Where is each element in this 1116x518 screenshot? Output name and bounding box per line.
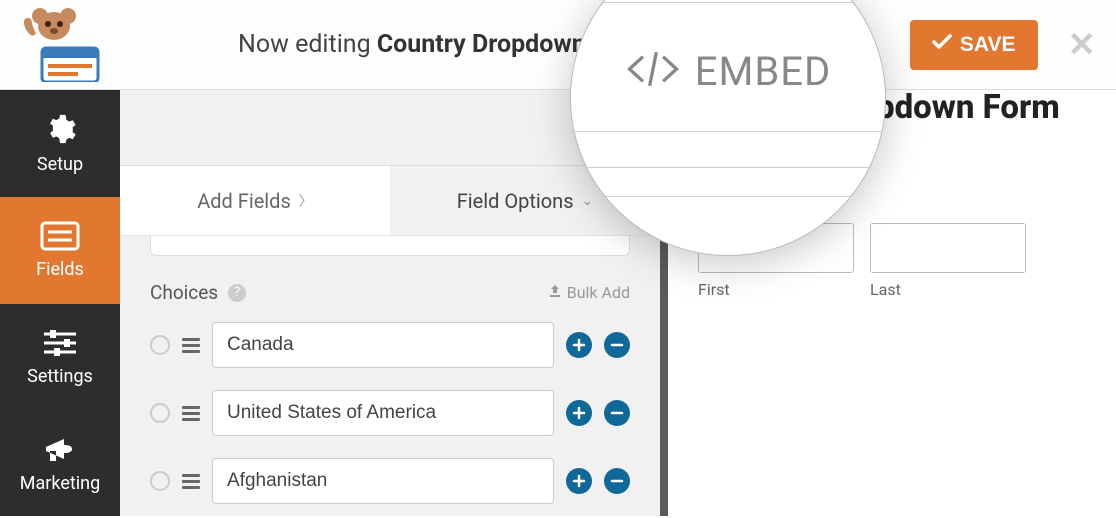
bulk-add-button[interactable]: Bulk Add — [548, 283, 630, 302]
choice-row — [150, 458, 630, 504]
choice-input[interactable] — [212, 390, 554, 436]
last-name-input[interactable] — [870, 223, 1026, 273]
top-bar: Now editing Country Dropdown SAVE ✕ — [0, 0, 1116, 90]
field-panel: Add Fields 〉 Field Options ⌄ Choices ? B… — [120, 90, 660, 516]
upload-icon — [548, 283, 562, 302]
choice-input[interactable] — [212, 458, 554, 504]
drag-handle-icon[interactable] — [182, 406, 200, 421]
sliders-icon — [42, 328, 78, 358]
sidebar-label: Fields — [36, 259, 84, 280]
sidebar: Setup Fields Settings Marketing — [0, 90, 120, 516]
add-choice-button[interactable] — [566, 468, 592, 494]
choice-row — [150, 322, 630, 368]
check-icon — [932, 32, 952, 58]
add-choice-button[interactable] — [566, 400, 592, 426]
embed-label[interactable]: EMBED — [695, 48, 832, 95]
sidebar-item-fields[interactable]: Fields — [0, 197, 120, 304]
megaphone-icon — [42, 435, 78, 465]
form-title: Country Dropdown — [377, 30, 586, 59]
editing-prefix: Now editing — [238, 30, 377, 59]
remove-choice-button[interactable] — [604, 332, 630, 358]
default-radio[interactable] — [150, 403, 170, 423]
chevron-down-icon: ⌄ — [582, 193, 594, 209]
drag-handle-icon[interactable] — [182, 474, 200, 489]
gear-icon — [43, 112, 77, 146]
tab-label: Add Fields — [197, 189, 291, 213]
code-icon — [625, 41, 681, 101]
chevron-right-icon: 〉 — [299, 191, 313, 211]
close-button[interactable]: ✕ — [1068, 25, 1097, 65]
app-logo — [8, 8, 113, 82]
choice-row — [150, 390, 630, 436]
editing-title: Now editing Country Dropdown — [238, 30, 586, 59]
sidebar-item-settings[interactable]: Settings — [0, 304, 120, 411]
default-radio[interactable] — [150, 471, 170, 491]
choices-header: Choices ? Bulk Add — [150, 281, 630, 304]
remove-choice-button[interactable] — [604, 400, 630, 426]
sidebar-label: Marketing — [20, 473, 100, 494]
partial-field-above — [150, 236, 630, 256]
save-label: SAVE — [960, 33, 1016, 57]
choices-heading: Choices — [150, 281, 218, 304]
last-sublabel: Last — [870, 280, 1026, 299]
form-icon — [40, 221, 80, 251]
add-choice-button[interactable] — [566, 332, 592, 358]
help-icon[interactable]: ? — [228, 284, 246, 302]
sidebar-label: Settings — [27, 366, 93, 387]
default-radio[interactable] — [150, 335, 170, 355]
tab-label: Field Options — [457, 189, 574, 213]
sidebar-item-setup[interactable]: Setup — [0, 90, 120, 197]
choice-input[interactable] — [212, 322, 554, 368]
save-button[interactable]: SAVE — [910, 20, 1038, 70]
panel-body: Choices ? Bulk Add — [120, 236, 660, 516]
first-sublabel: First — [698, 280, 854, 299]
panel-tabs: Add Fields 〉 Field Options ⌄ — [120, 166, 660, 236]
drag-handle-icon[interactable] — [182, 338, 200, 353]
bulk-add-label: Bulk Add — [567, 283, 630, 302]
remove-choice-button[interactable] — [604, 468, 630, 494]
sidebar-label: Setup — [37, 154, 83, 175]
sidebar-item-marketing[interactable]: Marketing — [0, 411, 120, 518]
tab-add-fields[interactable]: Add Fields 〉 — [120, 166, 390, 235]
